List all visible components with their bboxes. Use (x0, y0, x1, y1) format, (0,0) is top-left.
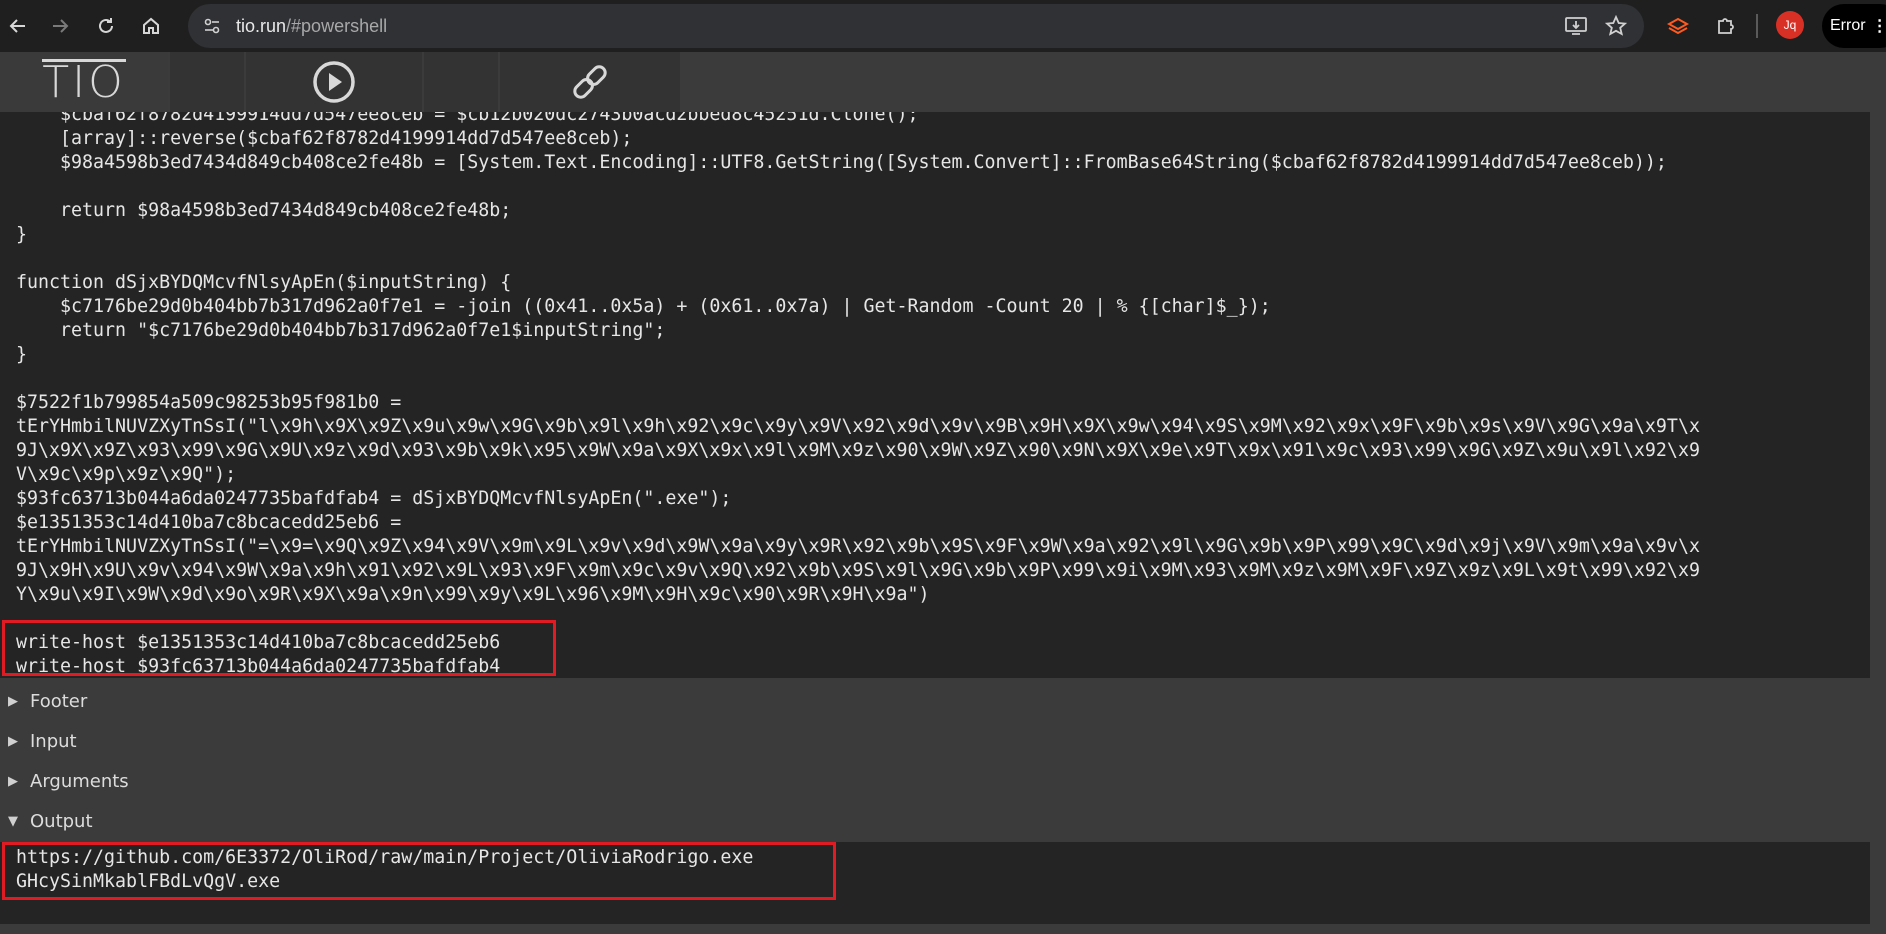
section-arguments-label: Arguments (30, 770, 129, 792)
section-footer[interactable]: ▶ Footer (0, 681, 1886, 721)
browser-toolbar: tio.run/#powershell Jq Error ⋮ (0, 0, 1886, 52)
tio-toolbar: TIO (0, 52, 1886, 112)
play-circle-icon (313, 61, 355, 103)
tio-settings-button[interactable] (424, 52, 498, 112)
code-block[interactable]: $cbaf62f8782d4199914dd7d547ee8ceb = $cb1… (16, 112, 1700, 678)
tune-icon[interactable] (198, 12, 226, 40)
code-line: Y\x9u\x9I\x9W\x9d\x9o\x9R\x9X\x9a\x9n\x9… (16, 584, 930, 605)
section-output[interactable]: ▼ Output (0, 801, 1886, 841)
url-path: /#powershell (286, 15, 388, 36)
code-line: return "$c7176be29d0b404bb7b317d962a0f7e… (16, 320, 666, 341)
code-line: $c7176be29d0b404bb7b317d962a0f7e1 = -joi… (16, 296, 1271, 317)
arrow-left-icon (9, 19, 25, 33)
tio-logo: TIO (42, 56, 126, 108)
reload-icon (99, 18, 113, 33)
code-line: $cbaf62f8782d4199914dd7d547ee8ceb = $cb1… (16, 112, 919, 125)
code-line: 9J\x9H\x9U\x9v\x94\x9W\x9a\x9h\x91\x92\x… (16, 560, 1700, 581)
code-line: } (16, 224, 28, 245)
tio-home-button[interactable]: TIO (0, 52, 168, 112)
layers-extension-icon (1667, 17, 1689, 35)
section-output-label: Output (30, 810, 93, 832)
arrow-right-icon (53, 19, 69, 33)
star-icon (1605, 15, 1627, 36)
caret-down-icon: ▼ (8, 813, 18, 829)
caret-right-icon: ▶ (8, 693, 18, 709)
forward-button[interactable] (42, 8, 78, 44)
home-icon (143, 17, 159, 34)
back-button[interactable] (0, 8, 36, 44)
url-text: tio.run/#powershell (236, 16, 387, 37)
profile-avatar[interactable]: Jq (1776, 11, 1804, 39)
code-line: [array]::reverse($cbaf62f8782d4199914dd7… (16, 128, 633, 149)
puzzle-icon (1718, 18, 1734, 34)
toolbar-divider (1756, 14, 1758, 38)
code-line: } (16, 344, 28, 365)
write-host-highlight (2, 620, 556, 676)
code-line: tErYHmbilNUVZXyTnSsI("=\x9=\x9Q\x9Z\x94\… (16, 536, 1700, 557)
install-app-icon (1565, 17, 1587, 35)
caret-right-icon: ▶ (8, 733, 18, 749)
code-line: $93fc63713b044a6da0247735bafdfab4 = dSjx… (16, 488, 732, 509)
more-vert-icon[interactable]: ⋮ (1872, 16, 1886, 36)
extension-button[interactable] (1662, 10, 1694, 42)
error-label: Error (1830, 17, 1866, 34)
url-host: tio.run (236, 15, 287, 36)
code-line: tErYHmbilNUVZXyTnSsI("l\x9h\x9X\x9Z\x9u\… (16, 416, 1700, 437)
home-button[interactable] (133, 8, 169, 44)
code-line: function dSjxBYDQMcvfNlsyApEn($inputStri… (16, 272, 512, 293)
caret-right-icon: ▶ (8, 773, 18, 789)
permalink-button[interactable] (500, 52, 680, 112)
code-line: $98a4598b3ed7434d849cb408ce2fe48b = [Sys… (16, 152, 1667, 173)
output-pane: https://github.com/6E3372/OliRod/raw/mai… (0, 842, 1870, 924)
section-arguments[interactable]: ▶ Arguments (0, 761, 1886, 801)
chain-link-icon (573, 65, 607, 99)
error-chip[interactable]: Error ⋮ (1822, 4, 1886, 48)
reload-button[interactable] (88, 8, 124, 44)
code-editor[interactable]: $cbaf62f8782d4199914dd7d547ee8ceb = $cb1… (0, 112, 1870, 678)
install-app-button[interactable] (1560, 10, 1592, 42)
code-line: $7522f1b799854a509c98253b95f981b0 = (16, 392, 402, 413)
address-bar[interactable]: tio.run/#powershell (188, 4, 1644, 48)
section-input-label: Input (30, 730, 77, 752)
tio-blank-button[interactable] (170, 52, 244, 112)
section-footer-label: Footer (30, 690, 88, 712)
extensions-button[interactable] (1710, 10, 1742, 42)
code-line: return $98a4598b3ed7434d849cb408ce2fe48b… (16, 200, 512, 221)
page-scrollbar[interactable] (1870, 112, 1886, 934)
section-input[interactable]: ▶ Input (0, 721, 1886, 761)
run-button[interactable] (246, 52, 422, 112)
output-highlight (2, 842, 836, 900)
code-line: 9J\x9X\x9Z\x93\x99\x9G\x9U\x9z\x9d\x93\x… (16, 440, 1700, 461)
bookmark-button[interactable] (1600, 10, 1632, 42)
code-line: $e1351353c14d410ba7c8bcacedd25eb6 = (16, 512, 402, 533)
profile-initials: Jq (1783, 18, 1797, 32)
code-line: V\x9c\x9p\x9z\x9Q"); (16, 464, 237, 485)
